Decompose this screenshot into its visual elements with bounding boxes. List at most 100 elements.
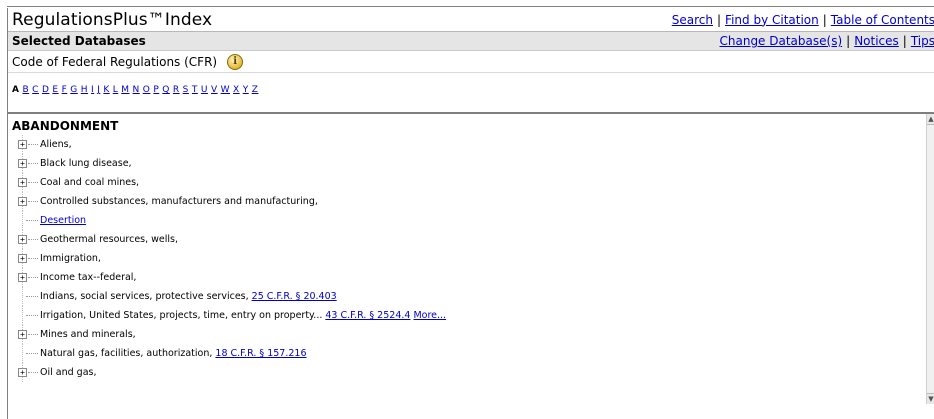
- tree-connector: [28, 334, 38, 335]
- alphabet-link-v[interactable]: V: [211, 85, 218, 95]
- expand-plus-icon[interactable]: +: [18, 197, 27, 206]
- alphabet-nav: A BCDEFGHIJKLMNOPQRSTUVWXYZ: [8, 73, 934, 107]
- index-entry-text: Income tax--federal,: [40, 272, 137, 283]
- more-link[interactable]: More...: [413, 310, 446, 321]
- tree-connector: [28, 372, 38, 373]
- vertical-scrollbar[interactable]: [926, 114, 934, 404]
- index-entry: + Geothermal resources, wells,: [12, 230, 927, 249]
- find-by-citation-link[interactable]: Find by Citation: [725, 13, 819, 27]
- alphabet-link-o[interactable]: O: [143, 85, 151, 95]
- database-links: Change Database(s) | Notices | Tips: [719, 34, 934, 48]
- index-list: ABANDONMENT + Aliens, + Black lung disease,…: [8, 114, 927, 382]
- database-name: Code of Federal Regulations (CFR): [12, 54, 218, 69]
- alphabet-link-i[interactable]: I: [91, 85, 94, 95]
- expand-plus-icon[interactable]: +: [18, 273, 27, 282]
- alphabet-link-t[interactable]: T: [192, 85, 198, 95]
- change-databases-link[interactable]: Change Database(s): [720, 34, 843, 48]
- index-entry-text: Indians, social services, protective ser…: [40, 291, 252, 302]
- alphabet-link-q[interactable]: Q: [162, 85, 170, 95]
- index-entry: + Mines and minerals,: [12, 325, 927, 344]
- index-list-container: ABANDONMENT + Aliens, + Black lung disease,…: [8, 114, 934, 404]
- tree-connector: [28, 258, 38, 259]
- expand-plus-icon[interactable]: +: [18, 330, 27, 339]
- alphabet-link-b[interactable]: B: [22, 85, 29, 95]
- index-entry: Natural gas, facilities, authorization, …: [12, 344, 927, 363]
- citation-link[interactable]: 43 C.F.R. § 2524.4: [325, 310, 410, 321]
- alphabet-link-y[interactable]: Y: [243, 85, 249, 95]
- database-row: Code of Federal Regulations (CFR) i: [8, 51, 934, 73]
- alphabet-link-s[interactable]: S: [183, 85, 189, 95]
- index-entry-text: Aliens,: [40, 139, 72, 150]
- index-entry: + Income tax--federal,: [12, 268, 927, 287]
- alphabet-link-e[interactable]: E: [52, 85, 58, 95]
- index-entry: + Black lung disease,: [12, 154, 927, 173]
- info-icon[interactable]: i: [227, 53, 244, 70]
- alphabet-link-k[interactable]: K: [103, 85, 109, 95]
- index-entry: + Coal and coal mines,: [12, 173, 927, 192]
- tree-line: [22, 306, 23, 325]
- index-entry: + Immigration,: [12, 249, 927, 268]
- alphabet-link-c[interactable]: C: [32, 85, 39, 95]
- index-entry: Irrigation, United States, projects, tim…: [12, 306, 927, 325]
- alphabet-link-u[interactable]: U: [201, 85, 208, 95]
- index-entry-text: Mines and minerals,: [40, 329, 136, 340]
- citation-link[interactable]: 18 C.F.R. § 157.216: [215, 348, 306, 359]
- scroll-down-arrow-icon[interactable]: ▼: [927, 393, 934, 404]
- tree-line: [22, 211, 23, 230]
- expand-plus-icon[interactable]: +: [18, 178, 27, 187]
- header-bar: RegulationsPlus™Index Search | Find by Cit…: [8, 8, 934, 32]
- index-entry-text: Geothermal resources, wells,: [40, 234, 179, 245]
- index-entry: + Controlled substances, manufacturers an…: [12, 192, 927, 211]
- notices-link[interactable]: Notices: [854, 34, 899, 48]
- alphabet-link-j[interactable]: J: [97, 85, 100, 95]
- top-divider: [7, 6, 934, 7]
- alphabet-link-z[interactable]: Z: [252, 85, 259, 95]
- alphabet-link-g[interactable]: G: [70, 85, 77, 95]
- selected-databases-label: Selected Databases: [12, 34, 146, 48]
- alphabet-link-f[interactable]: F: [62, 85, 68, 95]
- tips-link[interactable]: Tips: [911, 34, 934, 48]
- alphabet-link-l[interactable]: L: [113, 85, 119, 95]
- alphabet-link-m[interactable]: M: [121, 85, 129, 95]
- alphabet-link-p[interactable]: P: [153, 85, 159, 95]
- tree-connector: [26, 315, 38, 316]
- alphabet-link-x[interactable]: X: [233, 85, 240, 95]
- index-entry: + Aliens,: [12, 135, 927, 154]
- alphabet-link-n[interactable]: N: [133, 85, 140, 95]
- index-panel: RegulationsPlus™Index Search | Find by Cit…: [7, 8, 934, 419]
- expand-plus-icon[interactable]: +: [18, 254, 27, 263]
- expand-plus-icon[interactable]: +: [18, 368, 27, 377]
- expand-plus-icon[interactable]: +: [18, 235, 27, 244]
- expand-plus-icon[interactable]: +: [18, 140, 27, 149]
- tree-connector: [28, 201, 38, 202]
- tree-connector: [28, 239, 38, 240]
- top-links: Search | Find by Citation | Table of Content…: [671, 12, 934, 27]
- index-entry-text: Controlled substances, manufacturers and…: [40, 196, 318, 207]
- index-entry-text: Coal and coal mines,: [40, 177, 140, 188]
- tree-connector: [26, 220, 38, 221]
- alphabet-current-letter: A: [12, 85, 20, 95]
- scroll-up-arrow-icon[interactable]: ▲: [927, 114, 934, 125]
- alphabet-letters: BCDEFGHIJKLMNOPQRSTUVWXYZ: [22, 85, 261, 95]
- index-entry: Indians, social services, protective ser…: [12, 287, 927, 306]
- citation-link[interactable]: Desertion: [40, 215, 86, 226]
- index-entry: + Oil and gas,: [12, 363, 927, 382]
- table-of-contents-link[interactable]: Table of Contents: [831, 13, 934, 27]
- alphabet-link-r[interactable]: R: [173, 85, 180, 95]
- alphabet-link-d[interactable]: D: [42, 85, 49, 95]
- index-entry-text: Natural gas, facilities, authorization,: [40, 348, 216, 359]
- index-entry-text: Irrigation, United States, projects, tim…: [40, 310, 326, 321]
- tree-line: [22, 287, 23, 306]
- alphabet-link-w[interactable]: W: [221, 85, 230, 95]
- search-link[interactable]: Search: [672, 13, 713, 27]
- tree-line: [22, 344, 23, 363]
- expand-plus-icon[interactable]: +: [18, 159, 27, 168]
- index-entry-text: Oil and gas,: [40, 367, 97, 378]
- tree-connector: [26, 296, 38, 297]
- alphabet-link-h[interactable]: H: [81, 85, 88, 95]
- citation-link[interactable]: 25 C.F.R. § 20.403: [252, 291, 337, 302]
- index-entry-text: Black lung disease,: [40, 158, 132, 169]
- index-entry: Desertion: [12, 211, 927, 230]
- index-heading: ABANDONMENT: [12, 119, 119, 133]
- tree-connector: [28, 277, 38, 278]
